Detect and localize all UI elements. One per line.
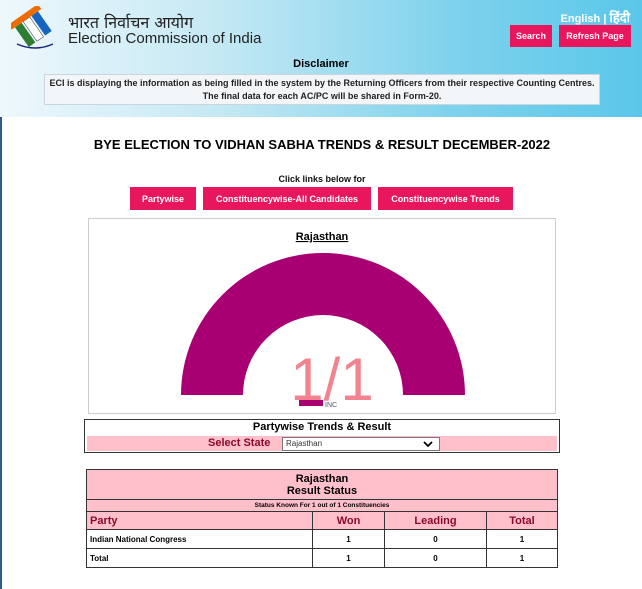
disclaimer-line-2: The final data for each AC/PC will be sh… (202, 91, 442, 101)
status-known-text: Status Known For 1 out of 1 Constituenci… (86, 499, 558, 512)
chevron-down-icon (423, 441, 433, 448)
disclaimer-title: Disclaimer (293, 58, 349, 70)
language-switcher: English | हिंदी (561, 8, 630, 26)
result-status-table: Rajasthan Result Status Status Known For… (86, 469, 558, 568)
chart-title[interactable]: Rajasthan (296, 231, 349, 243)
site-title: Election Commission of India (68, 30, 262, 47)
legend-label[interactable]: INC (325, 402, 337, 409)
eci-logo (11, 6, 54, 49)
col-header-won: Won (312, 511, 385, 530)
lang-hindi-link[interactable]: हिंदी (609, 11, 630, 26)
disclaimer-line-1: ECI is displaying the information as bei… (49, 78, 595, 88)
click-links-text: Click links below for (278, 174, 366, 184)
won-count[interactable]: 1 (312, 529, 385, 549)
total-won: 1 (312, 548, 385, 568)
state-select-value: Rajasthan (286, 439, 323, 448)
constituencywise-trends-button[interactable]: Constituencywise Trends (378, 187, 513, 210)
total-count: 1 (486, 529, 558, 549)
state-select[interactable]: Rajasthan (282, 437, 440, 451)
col-header-leading: Leading (384, 511, 487, 530)
total-total: 1 (486, 548, 558, 568)
refresh-page-button[interactable]: Refresh Page (559, 25, 631, 47)
partywise-title: Partywise Trends & Result (252, 421, 392, 433)
total-label: Total (86, 548, 313, 568)
lang-separator: | (603, 13, 607, 25)
table-row-total: Total 1 0 1 (86, 548, 558, 568)
partywise-link-button[interactable]: Partywise (130, 187, 196, 210)
disclaimer-box: ECI is displaying the information as bei… (44, 74, 600, 105)
lang-english-link[interactable]: English (561, 13, 601, 25)
search-button[interactable]: Search (510, 25, 552, 47)
chart-panel: Rajasthan 1/1 INC (88, 218, 556, 414)
result-table-state: Rajasthan (295, 472, 349, 485)
select-state-label: Select State (208, 437, 271, 449)
result-table-title: Result Status (286, 484, 358, 497)
col-header-total: Total (486, 511, 558, 530)
table-row: Indian National Congress 1 0 1 (86, 529, 558, 549)
site-header: भारत निर्वाचन आयोग Election Commission o… (0, 0, 642, 117)
main-content: BYE ELECTION TO VIDHAN SABHA TRENDS & RE… (2, 117, 642, 589)
total-leading: 0 (384, 548, 487, 568)
select-state-row: Select State Rajasthan (87, 436, 557, 451)
result-table-heading: Rajasthan Result Status (86, 469, 558, 500)
partywise-selector-panel: Partywise Trends & Result Select State R… (84, 419, 560, 453)
donut-chart: Rajasthan 1/1 INC (181, 231, 465, 413)
leading-count: 0 (384, 529, 487, 549)
party-name[interactable]: Indian National Congress (86, 529, 313, 549)
legend-swatch (299, 400, 323, 406)
col-header-party: Party (86, 511, 313, 530)
page-title: BYE ELECTION TO VIDHAN SABHA TRENDS & RE… (93, 137, 551, 152)
constituencywise-all-candidates-button[interactable]: Constituencywise-All Candidates (203, 187, 371, 210)
